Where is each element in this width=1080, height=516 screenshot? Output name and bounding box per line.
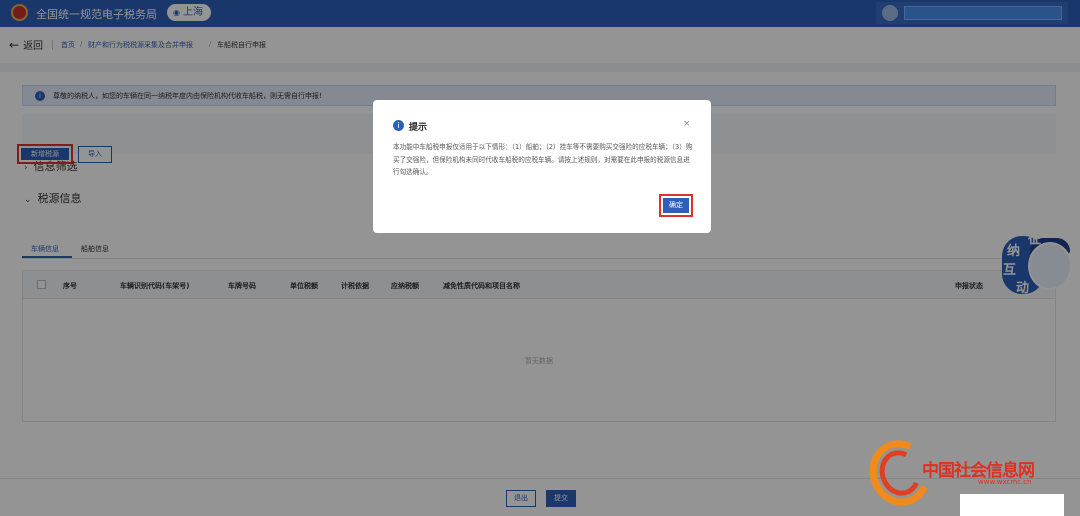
confirm-label: 确定 xyxy=(663,198,689,213)
dialog-body: 本功能中车船税申报仅适用于以下情形：（1）船舶；（2）挂车等不需要购买交强险的应… xyxy=(393,143,693,176)
close-icon[interactable]: × xyxy=(683,119,691,129)
blank-corner xyxy=(960,494,1064,516)
watermark-url: www.wxcmc.cn xyxy=(978,478,1032,486)
notice-dialog: i 提示 × 本功能中车船税申报仅适用于以下情形：（1）船舶；（2）挂车等不需要… xyxy=(373,100,711,233)
confirm-button[interactable]: 确定 xyxy=(659,194,693,217)
info-icon: i xyxy=(393,120,404,131)
dialog-title: 提示 xyxy=(409,123,428,133)
